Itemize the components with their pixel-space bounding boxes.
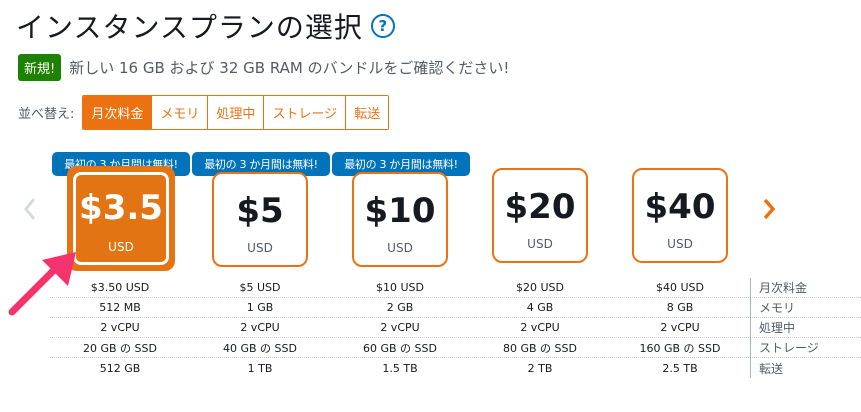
sort-control: 並べ替え: 月次料金 メモリ 処理中 ストレージ 転送 xyxy=(18,95,390,130)
spec-cell: 2.5 TB xyxy=(662,361,698,375)
plan-price: $10 xyxy=(364,191,436,231)
help-icon[interactable]: ? xyxy=(370,14,395,38)
plan-currency: USD xyxy=(108,240,134,254)
spec-row-storage: 20 GB の SSD 40 GB の SSD 60 GB の SSD 80 G… xyxy=(50,337,861,358)
sort-label: 並べ替え: xyxy=(18,107,75,122)
spec-cell: 1.5 TB xyxy=(382,361,418,375)
page-title: インスタンスプランの選択 xyxy=(16,11,363,44)
spec-cell: 160 GB の SSD xyxy=(639,341,721,355)
spec-cell: 2 vCPU xyxy=(100,321,140,334)
plan-card-5[interactable]: $5 USD xyxy=(212,172,308,267)
spec-row-label: メモリ xyxy=(750,297,860,318)
sort-option-storage[interactable]: ストレージ xyxy=(263,96,346,129)
spec-row-label: 転送 xyxy=(750,358,860,378)
plan-currency: USD xyxy=(247,241,273,255)
plan-spec-table: $3.50 USD $5 USD $10 USD $20 USD $40 USD… xyxy=(50,277,861,378)
new-bundle-notice: 新規! 新しい 16 GB および 32 GB RAM のバンドルをご確認くださ… xyxy=(18,54,509,81)
sort-option-memory[interactable]: メモリ xyxy=(151,96,208,129)
sort-segmented-control: 月次料金 メモリ 処理中 ストレージ 転送 xyxy=(82,95,390,130)
spec-cell: 2 vCPU xyxy=(660,321,700,334)
spec-row-processing: 2 vCPU 2 vCPU 2 vCPU 2 vCPU 2 vCPU 処理中 xyxy=(50,317,861,338)
plan-currency: USD xyxy=(387,241,413,255)
spec-cell: $20 USD xyxy=(516,281,564,294)
spec-row-memory: 512 MB 1 GB 2 GB 4 GB 8 GB メモリ xyxy=(50,297,861,318)
spec-cell: 20 GB の SSD xyxy=(83,341,157,355)
new-badge: 新規! xyxy=(18,54,62,81)
spec-row-monthly-price: $3.50 USD $5 USD $10 USD $20 USD $40 USD… xyxy=(50,277,861,298)
plan-currency: USD xyxy=(527,237,553,251)
notice-text: 新しい 16 GB および 32 GB RAM のバンドルをご確認ください! xyxy=(69,59,510,77)
spec-row-label: 月次料金 xyxy=(750,277,860,298)
spec-cell: 2 vCPU xyxy=(240,321,280,334)
spec-row-transfer: 512 GB 1 TB 1.5 TB 2 TB 2.5 TB 転送 xyxy=(50,358,861,378)
annotation-arrow-icon xyxy=(8,252,76,316)
plan-card-10[interactable]: $10 USD xyxy=(352,172,448,267)
spec-cell: $40 USD xyxy=(656,281,704,294)
page-title-bar: インスタンスプランの選択 ? xyxy=(16,6,395,46)
sort-option-transfer[interactable]: 転送 xyxy=(345,96,389,129)
spec-cell: 2 vCPU xyxy=(520,321,560,334)
spec-cell: 80 GB の SSD xyxy=(503,341,577,355)
spec-row-label: 処理中 xyxy=(750,317,860,338)
plan-currency: USD xyxy=(667,237,693,251)
spec-cell: 2 vCPU xyxy=(380,321,420,334)
chevron-left-icon[interactable] xyxy=(22,194,38,224)
spec-cell: 40 GB の SSD xyxy=(223,341,297,355)
plan-price: $20 xyxy=(504,187,576,227)
spec-row-label: ストレージ xyxy=(750,337,860,358)
spec-cell: 2 GB xyxy=(386,301,414,314)
spec-cell: 60 GB の SSD xyxy=(363,341,437,355)
sort-option-processing[interactable]: 処理中 xyxy=(207,96,264,129)
spec-cell: 1 GB xyxy=(246,301,274,314)
sort-option-monthly-price[interactable]: 月次料金 xyxy=(83,96,152,129)
plan-price: $3.5 xyxy=(79,188,163,228)
spec-cell: 512 GB xyxy=(99,361,141,375)
spec-cell: 4 GB xyxy=(526,301,554,314)
chevron-right-icon[interactable] xyxy=(761,194,777,224)
spec-cell: 8 GB xyxy=(666,301,694,314)
spec-cell: $5 USD xyxy=(239,281,281,294)
spec-cell: $10 USD xyxy=(376,281,424,294)
plan-card-20[interactable]: $20 USD xyxy=(492,168,588,263)
plan-price: $5 xyxy=(236,191,284,231)
spec-cell: 2 TB xyxy=(527,361,553,375)
plan-card-3-5[interactable]: $3.5 USD xyxy=(67,166,175,271)
spec-cell: 1 TB xyxy=(247,361,273,375)
plan-price: $40 xyxy=(644,187,716,227)
plan-card-40[interactable]: $40 USD xyxy=(632,168,728,263)
